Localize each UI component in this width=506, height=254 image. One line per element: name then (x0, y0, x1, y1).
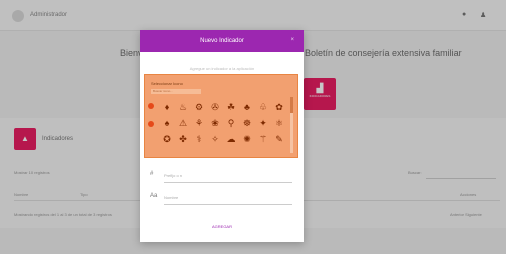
modal-title: Nuevo Indicador (200, 38, 244, 44)
icon-option[interactable]: ⚕ (191, 131, 207, 147)
icon-search-input[interactable]: Buscar icono... (151, 89, 201, 94)
icon-option[interactable]: ♠ (159, 115, 175, 131)
icon-option[interactable]: ♧ (255, 99, 271, 115)
icon-option[interactable]: ✦ (255, 115, 271, 131)
text-icon: Aa (150, 193, 158, 199)
icon-option[interactable]: ⚲ (223, 115, 239, 131)
icon-grid: ♦ ♨ ⚙ ✇ ☘ ♣ ♧ ✿ ♠ ⚠ ⚘ ❀ ⚲ ☸ ✦ ⚛ ✪ ✤ ⚕ ✧ ☁ ✺ ⚚ ✎ (159, 99, 287, 147)
icon-option[interactable]: ♣ (239, 99, 255, 115)
icon-option[interactable]: ☁ (223, 131, 239, 147)
icon-option[interactable]: ✤ (175, 131, 191, 147)
icon-option[interactable]: ☘ (223, 99, 239, 115)
prefix-field[interactable]: # Prefijo o n (150, 170, 294, 184)
prefix-underline (164, 182, 292, 183)
close-icon[interactable]: × (290, 37, 294, 43)
name-underline (164, 204, 292, 205)
new-indicator-modal: Nuevo Indicador × Agregue un indicador a… (140, 30, 304, 242)
name-field[interactable]: Aa Nombre (150, 192, 294, 206)
picker-marker-icon (148, 121, 154, 127)
icon-option[interactable]: ♦ (159, 99, 175, 115)
picker-marker-icon (148, 103, 154, 109)
icon-option[interactable]: ✧ (207, 131, 223, 147)
icon-option[interactable]: ♨ (175, 99, 191, 115)
prefix-input[interactable]: Prefijo o n (164, 173, 182, 178)
name-input[interactable]: Nombre (164, 195, 178, 200)
icon-picker-label: Seleccionar Icono (151, 81, 183, 86)
icon-option[interactable]: ❀ (207, 115, 223, 131)
icon-option[interactable]: ⚙ (191, 99, 207, 115)
icon-option[interactable]: ✺ (239, 131, 255, 147)
icon-option[interactable]: ☸ (239, 115, 255, 131)
icon-option[interactable]: ⚠ (175, 115, 191, 131)
icon-picker[interactable]: Seleccionar Icono Buscar icono... ♦ ♨ ⚙ ✇ ☘ ♣… (144, 74, 298, 158)
icon-picker-scroll-thumb[interactable] (290, 97, 293, 113)
icon-option[interactable]: ✇ (207, 99, 223, 115)
icon-option[interactable]: ⚚ (255, 131, 271, 147)
hash-icon: # (150, 171, 154, 177)
icon-option[interactable]: ✎ (271, 131, 287, 147)
add-button[interactable]: AGREGAR (140, 224, 304, 229)
modal-header: Nuevo Indicador × (140, 30, 304, 52)
icon-option[interactable]: ⚘ (191, 115, 207, 131)
icon-option[interactable]: ⚛ (271, 115, 287, 131)
icon-option[interactable]: ✪ (159, 131, 175, 147)
modal-subtitle: Agregue un indicador a la aplicación (189, 66, 255, 71)
icon-option[interactable]: ✿ (271, 99, 287, 115)
